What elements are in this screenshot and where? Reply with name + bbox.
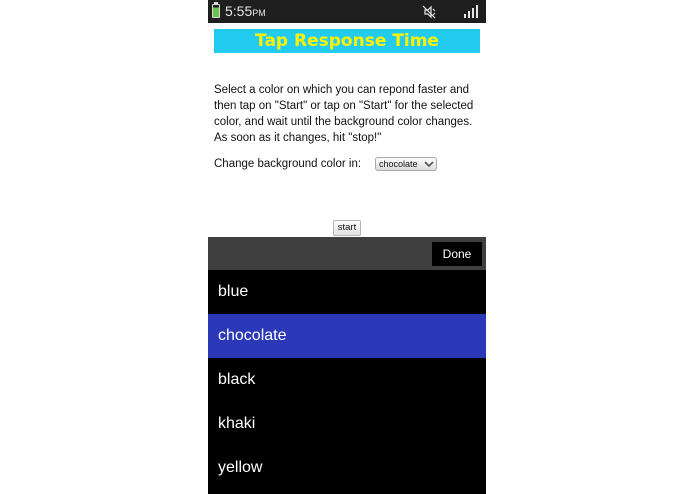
clock: 5:55PM [225,3,266,19]
phone-screen: 5:55PM Tap Response Time Select a color … [208,0,486,494]
picker-option-blue[interactable]: blue [208,270,486,314]
color-select[interactable]: chocolate [375,157,437,171]
color-picker: Done blue chocolate black khaki yellow [208,237,486,494]
picker-option-khaki[interactable]: khaki [208,402,486,446]
picker-option-black[interactable]: black [208,358,486,402]
done-button[interactable]: Done [432,242,482,266]
signal-icon [464,5,478,18]
mute-icon [422,5,436,19]
chevron-down-icon [424,161,434,168]
picker-option-chocolate[interactable]: chocolate [208,314,486,358]
start-button[interactable]: start [333,220,361,236]
status-bar: 5:55PM [208,0,486,23]
instructions-text: Select a color on which you can repond f… [214,84,474,144]
picker-option-yellow[interactable]: yellow [208,446,486,490]
battery-icon [212,2,220,18]
change-color-label: Change background color in: [214,158,362,170]
picker-header: Done [208,237,486,270]
color-select-value: chocolate [379,159,418,169]
page-title: Tap Response Time [214,29,480,53]
